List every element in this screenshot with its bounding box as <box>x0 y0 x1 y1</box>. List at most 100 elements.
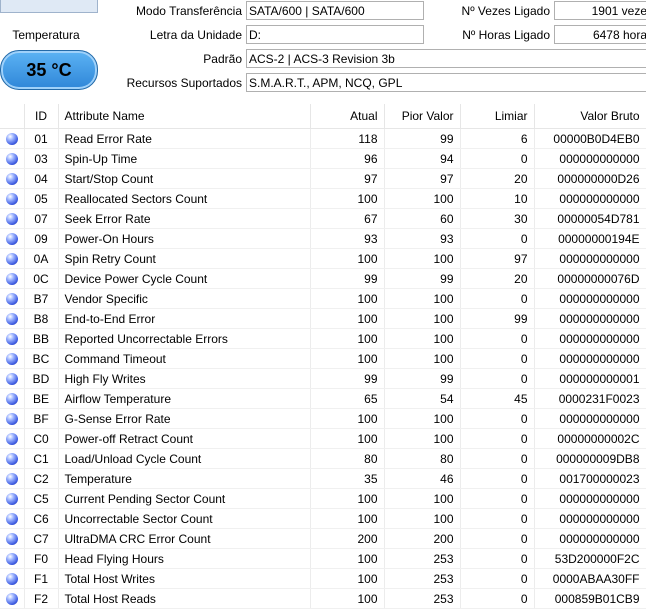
temperature-badge[interactable]: 35 °C <box>0 50 98 90</box>
transfer-mode-label: Modo Transferência <box>135 4 242 18</box>
column-header-threshold[interactable]: Limiar <box>460 104 535 129</box>
worst-value: 100 <box>384 308 461 329</box>
status-dot-icon <box>5 593 18 606</box>
status-dot-icon <box>5 393 18 406</box>
power-on-count-field: 1901 veze <box>554 1 646 20</box>
table-row[interactable]: 04 Start/Stop Count 97 97 20 000000000D26 <box>0 168 646 189</box>
drive-letter-label: Letra da Unidade <box>149 28 242 42</box>
status-dot-icon <box>5 173 18 186</box>
table-row[interactable]: BB Reported Uncorrectable Errors 100 100 0 00… <box>0 328 646 349</box>
raw-value: 000000000000 <box>534 488 646 509</box>
table-row[interactable]: B7 Vendor Specific 100 100 0 000000000000 <box>0 288 646 309</box>
attribute-name: Read Error Rate <box>58 128 311 149</box>
table-row[interactable]: C6 Uncorrectable Sector Count 100 100 0 00000… <box>0 508 646 529</box>
status-dot-icon <box>5 493 18 506</box>
column-header-attribute-name[interactable]: Attribute Name <box>58 104 311 129</box>
power-on-count-label: Nº Vezes Ligado <box>461 4 550 18</box>
status-cell <box>0 408 25 429</box>
table-row[interactable]: 01 Read Error Rate 118 99 6 00000B0D4EB0 <box>0 128 646 149</box>
raw-value: 00000054D781 <box>534 208 646 229</box>
table-header-row: ID Attribute Name Atual Pior Valor Limia… <box>0 104 646 129</box>
column-header-raw-value[interactable]: Valor Bruto <box>534 104 646 129</box>
attribute-name: Reported Uncorrectable Errors <box>58 328 311 349</box>
raw-value: 000000000000 <box>534 508 646 529</box>
worst-value: 93 <box>384 228 461 249</box>
worst-value: 99 <box>384 128 461 149</box>
table-row[interactable]: F2 Total Host Reads 100 253 0 000859B01CB9 <box>0 588 646 609</box>
worst-value: 100 <box>384 408 461 429</box>
table-row[interactable]: B8 End-to-End Error 100 100 99 000000000000 <box>0 308 646 329</box>
current-value: 35 <box>310 468 385 489</box>
current-value: 100 <box>310 348 385 369</box>
features-label: Recursos Suportados <box>126 76 242 90</box>
raw-value: 000000000000 <box>534 148 646 169</box>
attribute-name: Power-On Hours <box>58 228 311 249</box>
raw-value: 000000000000 <box>534 408 646 429</box>
threshold-value: 0 <box>460 468 535 489</box>
table-row[interactable]: 0A Spin Retry Count 100 100 97 000000000000 <box>0 248 646 269</box>
table-row[interactable]: BC Command Timeout 100 100 0 000000000000 <box>0 348 646 369</box>
status-dot-icon <box>5 313 18 326</box>
worst-value: 100 <box>384 328 461 349</box>
raw-value: 0000231F0023 <box>534 388 646 409</box>
status-cell <box>0 148 25 169</box>
worst-value: 100 <box>384 508 461 529</box>
attribute-name: Total Host Reads <box>58 588 311 609</box>
column-header-status[interactable] <box>0 104 25 129</box>
attribute-name: Start/Stop Count <box>58 168 311 189</box>
threshold-value: 0 <box>460 328 535 349</box>
attribute-name: Current Pending Sector Count <box>58 488 311 509</box>
attribute-id: C5 <box>24 488 59 509</box>
status-dot-icon <box>5 473 18 486</box>
current-value: 93 <box>310 228 385 249</box>
table-row[interactable]: C7 UltraDMA CRC Error Count 200 200 0 0000000… <box>0 528 646 549</box>
smart-attributes-table[interactable]: ID Attribute Name Atual Pior Valor Limia… <box>0 104 646 609</box>
table-row[interactable]: C5 Current Pending Sector Count 100 100 0 000… <box>0 488 646 509</box>
table-row[interactable]: BD High Fly Writes 99 99 0 000000000001 <box>0 368 646 389</box>
status-dot-icon <box>5 233 18 246</box>
worst-value: 80 <box>384 448 461 469</box>
attribute-id: 0A <box>24 248 59 269</box>
current-value: 80 <box>310 448 385 469</box>
health-status-bar <box>0 0 98 13</box>
attribute-id: 03 <box>24 148 59 169</box>
attribute-id: F2 <box>24 588 59 609</box>
table-row[interactable]: C2 Temperature 35 46 0 001700000023 <box>0 468 646 489</box>
threshold-value: 20 <box>460 268 535 289</box>
status-cell <box>0 428 25 449</box>
attribute-name: Device Power Cycle Count <box>58 268 311 289</box>
table-row[interactable]: 09 Power-On Hours 93 93 0 00000000194E <box>0 228 646 249</box>
column-header-id[interactable]: ID <box>24 104 59 129</box>
worst-value: 253 <box>384 588 461 609</box>
table-row[interactable]: C1 Load/Unload Cycle Count 80 80 0 000000009D… <box>0 448 646 469</box>
attribute-id: 07 <box>24 208 59 229</box>
table-row[interactable]: 03 Spin-Up Time 96 94 0 000000000000 <box>0 148 646 169</box>
worst-value: 200 <box>384 528 461 549</box>
attribute-id: 0C <box>24 268 59 289</box>
attribute-id: 01 <box>24 128 59 149</box>
current-value: 97 <box>310 168 385 189</box>
threshold-value: 10 <box>460 188 535 209</box>
current-value: 100 <box>310 308 385 329</box>
raw-value: 000000000000 <box>534 188 646 209</box>
attribute-id: BE <box>24 388 59 409</box>
raw-value: 000000000000 <box>534 308 646 329</box>
attribute-name: Airflow Temperature <box>58 388 311 409</box>
attribute-name: Power-off Retract Count <box>58 428 311 449</box>
standard-field: ACS-2 | ACS-3 Revision 3b <box>246 49 646 68</box>
attribute-id: C6 <box>24 508 59 529</box>
table-row[interactable]: BF G-Sense Error Rate 100 100 0 000000000000 <box>0 408 646 429</box>
table-row[interactable]: F0 Head Flying Hours 100 253 0 53D200000F2C <box>0 548 646 569</box>
table-row[interactable]: 05 Reallocated Sectors Count 100 100 10 00000… <box>0 188 646 209</box>
table-row[interactable]: BE Airflow Temperature 65 54 45 0000231F0023 <box>0 388 646 409</box>
table-row[interactable]: 0C Device Power Cycle Count 99 99 20 00000000… <box>0 268 646 289</box>
current-value: 100 <box>310 508 385 529</box>
table-row[interactable]: 07 Seek Error Rate 67 60 30 00000054D781 <box>0 208 646 229</box>
attribute-id: BF <box>24 408 59 429</box>
column-header-worst[interactable]: Pior Valor <box>384 104 461 129</box>
column-header-current[interactable]: Atual <box>310 104 385 129</box>
table-row[interactable]: C0 Power-off Retract Count 100 100 0 00000000… <box>0 428 646 449</box>
attribute-id: 09 <box>24 228 59 249</box>
attribute-id: C2 <box>24 468 59 489</box>
status-dot-icon <box>5 513 18 526</box>
